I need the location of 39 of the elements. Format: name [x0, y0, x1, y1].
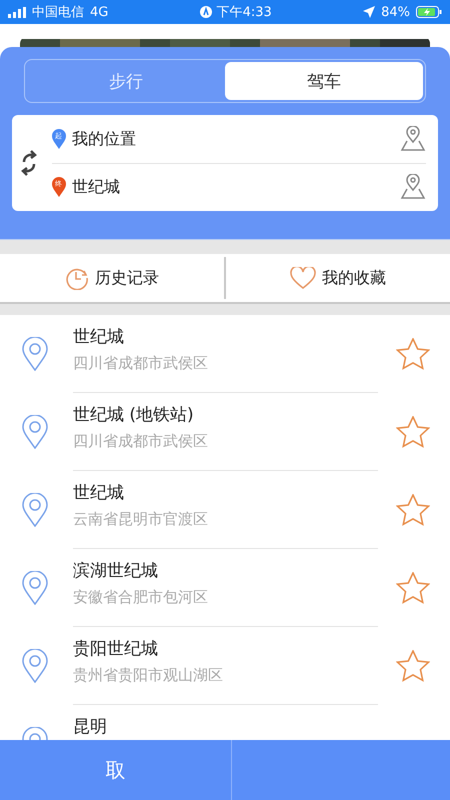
network-type: 4G — [90, 4, 108, 20]
clock-icon — [65, 266, 89, 290]
destination[interactable]: 世纪城 — [72, 176, 394, 198]
result-address: 贵州省贵阳市观山湖区 — [73, 666, 224, 685]
location-arrow-icon — [363, 6, 376, 18]
swap-icon[interactable] — [20, 150, 38, 176]
result-title[interactable]: 世纪城 (地铁站) — [73, 403, 378, 426]
clock-time: 下午4:33 — [216, 4, 272, 21]
mode-tab[interactable]: 驾车 — [225, 62, 423, 100]
pin-icon — [52, 129, 66, 149]
battery-charging-icon — [416, 6, 442, 18]
result-title[interactable]: 昆明 — [73, 715, 412, 738]
map-pin-icon[interactable] — [400, 174, 426, 200]
result-address: 云南省昆明市官渡区 — [73, 510, 209, 529]
star-icon[interactable] — [396, 572, 430, 604]
star-icon[interactable] — [396, 338, 430, 370]
result-address: 四川省成都市武侯区 — [73, 354, 209, 373]
location-pin-icon — [22, 415, 48, 449]
star-icon[interactable] — [396, 650, 430, 682]
location-pin-icon — [22, 649, 48, 683]
map-pin-icon[interactable] — [400, 126, 426, 152]
location-badge-icon — [200, 6, 212, 18]
result-title[interactable]: 滨湖世纪城 — [73, 559, 378, 582]
location-pin-icon — [22, 337, 48, 371]
result-title[interactable]: 世纪城 — [73, 481, 378, 504]
result-title[interactable]: 贵阳世纪城 — [73, 637, 378, 660]
carrier-name: 中国电信 — [32, 4, 84, 21]
location-pin-icon — [22, 571, 48, 605]
result-title[interactable]: 世纪城 — [73, 325, 378, 348]
location-pin-icon — [22, 493, 48, 527]
signal-icon — [8, 6, 26, 18]
result-address: 安徽省合肥市包河区 — [73, 588, 209, 607]
star-icon[interactable] — [396, 494, 430, 526]
start-location[interactable]: 我的位置 — [72, 128, 394, 150]
result-address: 四川省成都市武侯区 — [73, 432, 209, 451]
battery-percent: 84% — [381, 4, 410, 20]
pin-icon — [52, 177, 66, 197]
heart-icon — [290, 267, 316, 289]
star-icon[interactable] — [396, 416, 430, 448]
